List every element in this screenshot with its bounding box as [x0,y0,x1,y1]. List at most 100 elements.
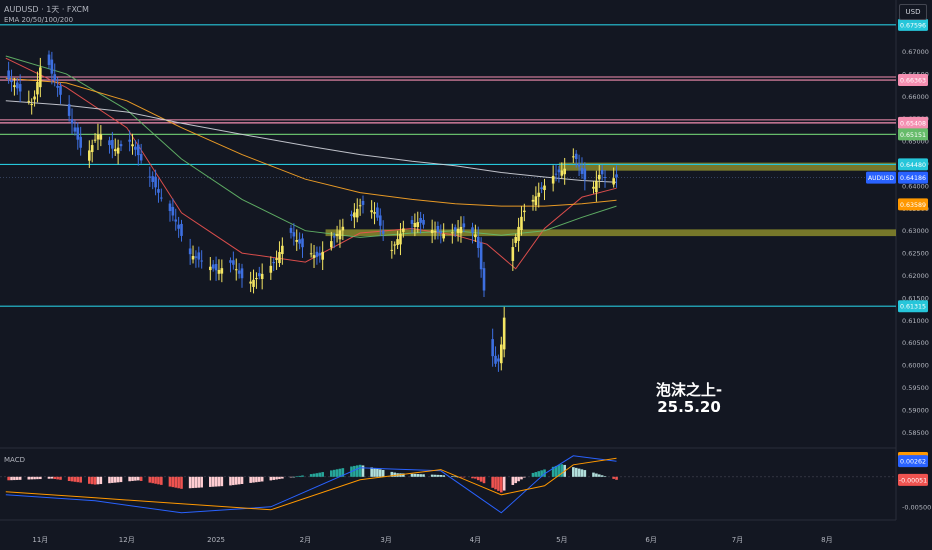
candle-body[interactable] [433,231,437,233]
candle-body[interactable] [257,273,261,277]
candle-body[interactable] [381,230,385,234]
candle-body[interactable] [376,207,379,218]
candle-body[interactable] [298,239,301,244]
candle-body[interactable] [240,268,244,279]
candle-body[interactable] [154,176,157,188]
candle-body[interactable] [603,176,607,178]
candle-body[interactable] [453,227,457,231]
candle-body[interactable] [338,230,342,240]
candle-body[interactable] [612,178,615,185]
candle-body[interactable] [355,208,359,218]
candle-body[interactable] [378,215,382,226]
candle-body[interactable] [249,281,252,284]
candle-body[interactable] [402,228,405,232]
candle-body[interactable] [30,104,33,106]
candle-body[interactable] [514,236,518,243]
candle-body[interactable] [577,164,581,167]
macd-indicator-label[interactable]: MACD [4,456,25,464]
candle-body[interactable] [396,239,399,246]
candle-body[interactable] [430,230,434,234]
candle-body[interactable] [7,70,10,79]
candle-body[interactable] [583,168,587,180]
candle-body[interactable] [47,54,51,65]
candle-body[interactable] [574,153,578,160]
candle-body[interactable] [128,139,131,142]
candle-body[interactable] [534,196,538,206]
candle-body[interactable] [157,189,160,193]
candle-body[interactable] [56,85,59,88]
candle-body[interactable] [278,252,281,264]
candle-body[interactable] [134,146,137,150]
candle-body[interactable] [197,252,201,260]
candle-body[interactable] [358,205,362,207]
candle-body[interactable] [67,104,71,116]
candle-body[interactable] [116,147,120,154]
candle-body[interactable] [180,223,183,236]
candle-body[interactable] [572,156,575,158]
candle-body[interactable] [220,268,224,274]
candle-body[interactable] [315,251,319,257]
candle-body[interactable] [292,232,296,237]
candle-body[interactable] [416,222,420,227]
candle-body[interactable] [194,256,198,258]
candle-body[interactable] [79,136,82,148]
candle-body[interactable] [459,226,463,234]
candle-body[interactable] [33,96,36,100]
candle-body[interactable] [436,225,440,233]
candle-body[interactable] [214,263,218,271]
candle-body[interactable] [99,134,103,140]
candle-body[interactable] [200,260,203,262]
candle-body[interactable] [462,223,466,228]
candle-body[interactable] [399,233,402,245]
candle-body[interactable] [209,266,212,271]
candle-body[interactable] [563,168,566,175]
candle-body[interactable] [491,339,494,357]
symbol-header[interactable]: AUDUSD · 1天 · FXCM [4,4,89,15]
candle-body[interactable] [543,185,546,191]
chart-annotation[interactable]: 泡沫之上- 25.5.20 [620,382,758,416]
candle-body[interactable] [335,233,339,237]
candle-body[interactable] [511,247,515,261]
candle-body[interactable] [27,100,31,102]
candle-body[interactable] [476,236,480,248]
candle-body[interactable] [330,241,333,248]
candle-body[interactable] [160,197,163,199]
candle-body[interactable] [168,203,172,212]
candle-body[interactable] [272,261,275,264]
candle-body[interactable] [53,74,57,81]
candle-body[interactable] [560,170,564,176]
candle-body[interactable] [151,176,154,182]
candle-body[interactable] [90,145,94,153]
candle-body[interactable] [615,174,618,178]
candle-body[interactable] [177,224,180,229]
candle-body[interactable] [174,219,178,222]
candle-body[interactable] [531,199,535,202]
candle-body[interactable] [312,255,316,258]
candle-body[interactable] [482,268,486,291]
candle-body[interactable] [131,144,134,147]
candle-body[interactable] [139,154,143,161]
candle-body[interactable] [260,273,264,280]
candle-body[interactable] [301,238,304,248]
candle-body[interactable] [442,233,445,239]
candle-body[interactable] [309,253,313,255]
candle-body[interactable] [361,200,365,205]
candle-body[interactable] [419,218,422,223]
candle-body[interactable] [295,240,299,242]
candle-body[interactable] [36,81,39,95]
candle-body[interactable] [595,180,598,193]
candle-body[interactable] [554,173,558,175]
candle-body[interactable] [520,216,523,230]
candle-body[interactable] [540,187,543,190]
candle-body[interactable] [474,234,477,238]
candle-body[interactable] [410,220,414,224]
candle-body[interactable] [96,134,100,140]
candle-body[interactable] [332,236,336,238]
candle-body[interactable] [18,84,22,92]
candle-body[interactable] [50,59,54,74]
candle-body[interactable] [471,227,474,233]
candle-body[interactable] [73,127,77,132]
candle-body[interactable] [93,139,97,141]
candle-body[interactable] [188,248,192,255]
candle-body[interactable] [597,174,601,180]
